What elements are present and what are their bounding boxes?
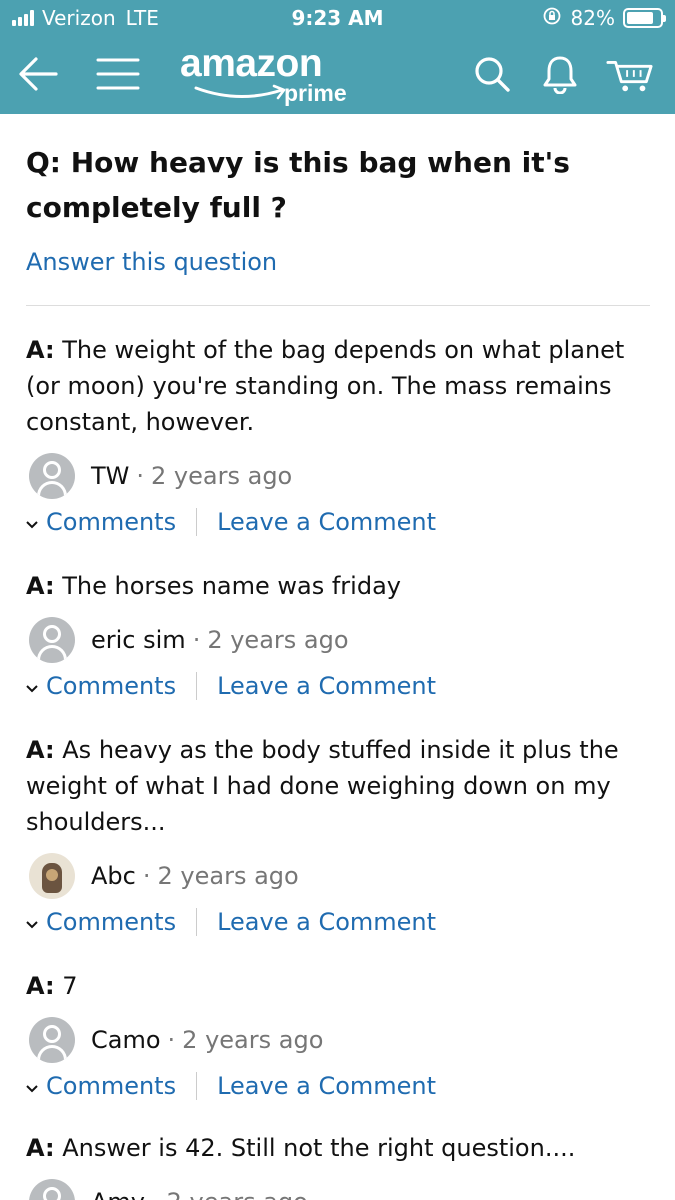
chevron-down-icon[interactable] — [26, 672, 38, 700]
status-bar: Verizon LTE 9:23 AM 82% — [0, 0, 675, 36]
answer-prefix: A: — [26, 1134, 55, 1162]
answer-age: 2 years ago — [167, 1188, 308, 1200]
bell-icon[interactable] — [536, 50, 584, 98]
answer-prefix: A: — [26, 572, 55, 600]
nav-bar: amazon prime — [0, 40, 675, 110]
question-title: Q: How heavy is this bag when it's compl… — [26, 146, 570, 224]
default-avatar-icon[interactable] — [29, 617, 75, 663]
author-name[interactable]: Amy — [91, 1188, 145, 1200]
answer-item: A: As heavy as the body stuffed inside i… — [26, 732, 652, 942]
answer-meta: Amy · 2 years ago — [26, 1178, 652, 1200]
meta-separator: · — [167, 1026, 176, 1054]
answer-text: A: Answer is 42. Still not the right que… — [26, 1134, 576, 1162]
app-header: Verizon LTE 9:23 AM 82% amazon prime — [0, 0, 675, 114]
answer-text: A: As heavy as the body stuffed inside i… — [26, 736, 619, 836]
author-name[interactable]: TW — [91, 462, 129, 490]
meta-separator: · — [142, 862, 151, 890]
action-divider — [196, 1072, 198, 1100]
author-name[interactable]: eric sim — [91, 626, 186, 654]
comments-link[interactable]: Comments — [46, 908, 176, 936]
orientation-lock-icon — [543, 6, 561, 30]
chevron-down-icon[interactable] — [26, 908, 38, 936]
answer-meta: TW · 2 years ago — [26, 452, 652, 500]
logo-prime: prime — [284, 80, 347, 106]
leave-comment-link[interactable]: Leave a Comment — [217, 508, 436, 536]
answer-item: A: The weight of the bag depends on what… — [26, 332, 652, 542]
cart-icon[interactable] — [606, 50, 654, 98]
battery-icon — [623, 8, 666, 28]
answer-prefix: A: — [26, 336, 55, 364]
chevron-down-icon[interactable] — [26, 1072, 38, 1100]
back-arrow-icon[interactable] — [14, 50, 62, 98]
answer-actions: Comments Leave a Comment — [26, 1066, 652, 1106]
search-icon[interactable] — [468, 50, 516, 98]
answer-item: A: Answer is 42. Still not the right que… — [26, 1130, 652, 1200]
action-divider — [196, 908, 198, 936]
hamburger-menu-icon[interactable] — [94, 50, 142, 98]
answer-age: 2 years ago — [151, 462, 293, 490]
author-name[interactable]: Abc — [91, 862, 136, 890]
meta-separator: · — [136, 462, 145, 490]
answer-item: A: The horses name was friday eric sim ·… — [26, 568, 652, 706]
answer-prefix: A: — [26, 736, 55, 764]
answer-meta: Camo · 2 years ago — [26, 1016, 652, 1064]
meta-separator: · — [152, 1188, 160, 1200]
smile-arrow-icon — [194, 84, 286, 100]
answer-age: 2 years ago — [182, 1026, 324, 1054]
meta-separator: · — [192, 626, 201, 654]
action-divider — [196, 672, 198, 700]
comments-link[interactable]: Comments — [46, 508, 176, 536]
comments-link[interactable]: Comments — [46, 1072, 176, 1100]
answer-meta: Abc · 2 years ago — [26, 852, 652, 900]
answer-age: 2 years ago — [207, 626, 349, 654]
default-avatar-icon[interactable] — [29, 1017, 75, 1063]
answer-meta: eric sim · 2 years ago — [26, 616, 652, 664]
answer-item: A: 7 Camo · 2 years ago Comments Leave a… — [26, 968, 652, 1106]
answer-prefix: A: — [26, 972, 55, 1000]
answer-question-link[interactable]: Answer this question — [26, 248, 277, 276]
action-divider — [196, 508, 198, 536]
leave-comment-link[interactable]: Leave a Comment — [217, 1072, 436, 1100]
answer-age: 2 years ago — [157, 862, 299, 890]
leave-comment-link[interactable]: Leave a Comment — [217, 672, 436, 700]
comments-link[interactable]: Comments — [46, 672, 176, 700]
answer-text: A: The horses name was friday — [26, 572, 401, 600]
dog-photo-avatar[interactable] — [29, 853, 75, 899]
answer-text: A: 7 — [26, 972, 78, 1000]
default-avatar-icon[interactable] — [29, 453, 75, 499]
divider — [26, 305, 650, 306]
answer-actions: Comments Leave a Comment — [26, 666, 652, 706]
answer-text: A: The weight of the bag depends on what… — [26, 336, 625, 436]
battery-percent: 82% — [570, 6, 615, 30]
answer-actions: Comments Leave a Comment — [26, 902, 652, 942]
author-name[interactable]: Camo — [91, 1026, 161, 1054]
default-avatar-icon[interactable] — [29, 1179, 75, 1200]
answer-actions: Comments Leave a Comment — [26, 502, 652, 542]
logo-wordmark: amazon — [180, 42, 323, 85]
chevron-down-icon[interactable] — [26, 508, 38, 536]
amazon-prime-logo[interactable]: amazon prime — [180, 42, 347, 106]
leave-comment-link[interactable]: Leave a Comment — [217, 908, 436, 936]
